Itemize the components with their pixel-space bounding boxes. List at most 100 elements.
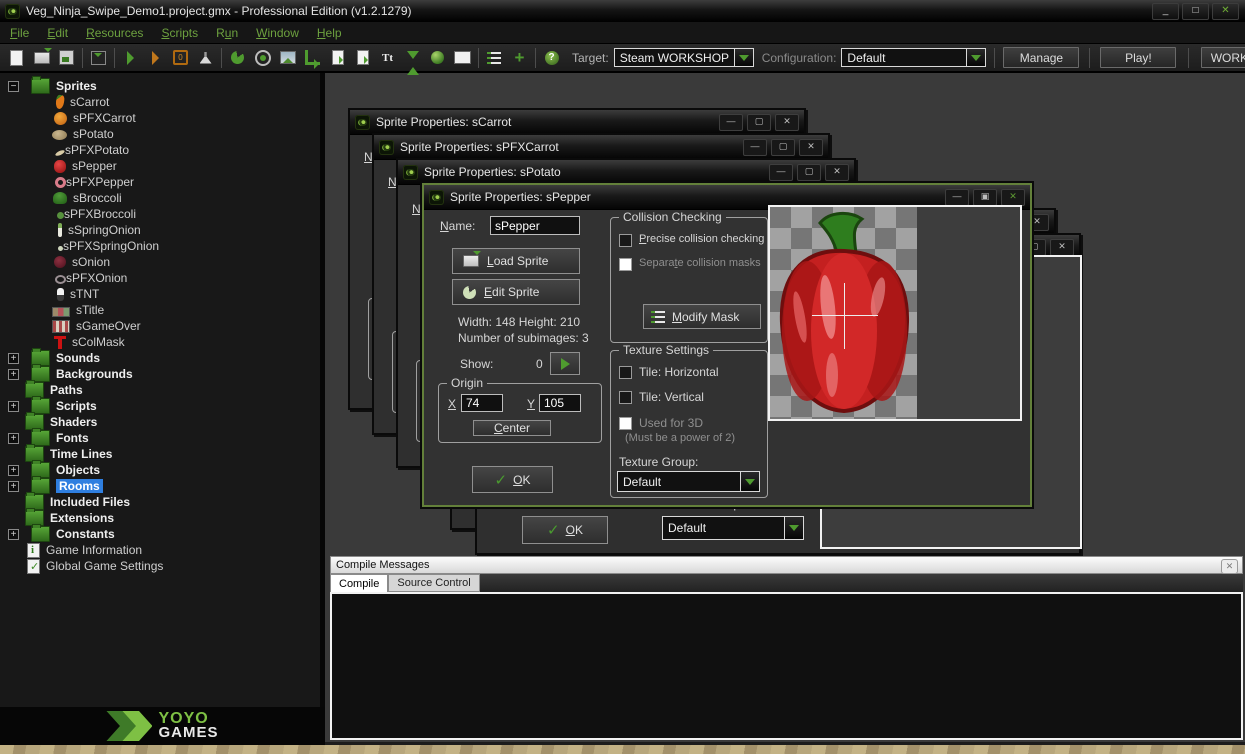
- tree-item-spfxonion[interactable]: sPFXOnion: [0, 270, 320, 286]
- expand-icon[interactable]: +: [8, 353, 19, 364]
- collapse-icon[interactable]: −: [8, 81, 19, 92]
- tree-item-spfxpotato[interactable]: sPFXPotato: [0, 142, 320, 158]
- compile-output-area[interactable]: [330, 592, 1243, 740]
- close-icon[interactable]: ✕: [825, 164, 849, 181]
- tree-item-game-information[interactable]: Game Information: [0, 542, 320, 558]
- expand-icon[interactable]: +: [8, 433, 19, 444]
- close-icon[interactable]: ✕: [1212, 3, 1239, 20]
- tree-item-rooms[interactable]: +Rooms: [0, 478, 320, 494]
- ok-button[interactable]: ✓ OK: [472, 466, 553, 493]
- run-debug-icon[interactable]: [143, 46, 168, 69]
- chevron-down-icon[interactable]: [966, 49, 985, 66]
- tree-item-objects[interactable]: +Objects: [0, 462, 320, 478]
- maximize-icon[interactable]: ▢: [797, 164, 821, 181]
- center-button[interactable]: Center: [473, 420, 551, 436]
- tab-compile[interactable]: Compile: [330, 574, 388, 592]
- tree-item-backgrounds[interactable]: +Backgrounds: [0, 366, 320, 382]
- minimize-icon[interactable]: —: [769, 164, 793, 181]
- close-icon[interactable]: ✕: [1221, 559, 1238, 574]
- target-select[interactable]: Steam WORKSHOP: [614, 48, 754, 67]
- minimize-icon[interactable]: _: [1152, 3, 1179, 20]
- tree-item-scarrot[interactable]: sCarrot: [0, 94, 320, 110]
- tree-item-spotato[interactable]: sPotato: [0, 126, 320, 142]
- chevron-down-icon[interactable]: [734, 49, 753, 66]
- tile-horizontal-checkbox[interactable]: [619, 366, 632, 379]
- add-resource-icon[interactable]: +: [507, 46, 532, 69]
- menu-scripts[interactable]: Scripts: [161, 26, 198, 40]
- tree-item-spfxbroccoli[interactable]: sPFXBroccoli: [0, 206, 320, 222]
- menu-resources[interactable]: Resources: [86, 26, 143, 40]
- manage-button[interactable]: Manage: [1003, 47, 1079, 68]
- show-next-button[interactable]: [550, 352, 580, 375]
- precise-collision-checkbox[interactable]: [619, 234, 632, 247]
- tree-item-scripts[interactable]: +Scripts: [0, 398, 320, 414]
- tree-item-spfxspringonion[interactable]: sPFXSpringOnion: [0, 238, 320, 254]
- load-sprite-button[interactable]: Load Sprite: [452, 248, 580, 274]
- menu-file[interactable]: File: [10, 26, 29, 40]
- run-icon[interactable]: [118, 46, 143, 69]
- workshop-button[interactable]: WORKSHOP: [1201, 47, 1245, 68]
- menu-edit[interactable]: Edit: [47, 26, 68, 40]
- tree-item-sgameover[interactable]: sGameOver: [0, 318, 320, 334]
- used-for-3d-checkbox[interactable]: [619, 417, 632, 430]
- create-shader-icon[interactable]: [350, 46, 375, 69]
- chevron-down-icon[interactable]: [740, 472, 759, 491]
- create-sprite-icon[interactable]: [225, 46, 250, 69]
- tab-source-control[interactable]: Source Control: [388, 574, 479, 592]
- create-object-icon[interactable]: [425, 46, 450, 69]
- play-button[interactable]: Play!: [1100, 47, 1176, 68]
- configuration-select[interactable]: Default: [841, 48, 986, 67]
- tile-vertical-checkbox[interactable]: [619, 391, 632, 404]
- close-icon[interactable]: ✕: [1050, 239, 1074, 256]
- window-title-bar[interactable]: Sprite Properties: sPotato — ▢ ✕: [398, 160, 854, 185]
- create-group-icon[interactable]: [482, 46, 507, 69]
- chevron-down-icon[interactable]: [784, 517, 803, 539]
- expand-icon[interactable]: +: [8, 481, 19, 492]
- tree-item-sprites[interactable]: −Sprites: [0, 78, 320, 94]
- new-project-icon[interactable]: [4, 46, 29, 69]
- window-title-bar[interactable]: Sprite Properties: sPFXCarrot — ▢ ✕: [374, 135, 828, 160]
- expand-icon[interactable]: +: [8, 465, 19, 476]
- tree-item-constants[interactable]: +Constants: [0, 526, 320, 542]
- create-font-icon[interactable]: Tt: [375, 46, 400, 69]
- tree-item-stitle[interactable]: sTitle: [0, 302, 320, 318]
- origin-y-input[interactable]: 105: [539, 394, 581, 412]
- create-sound-icon[interactable]: [250, 46, 275, 69]
- create-executable-icon[interactable]: [86, 46, 111, 69]
- tree-item-spepper[interactable]: sPepper: [0, 158, 320, 174]
- tree-item-scolmask[interactable]: sColMask: [0, 334, 320, 350]
- menu-help[interactable]: Help: [317, 26, 342, 40]
- separate-masks-checkbox[interactable]: [619, 258, 632, 271]
- texture-group-select[interactable]: Default: [662, 516, 804, 540]
- close-icon[interactable]: ✕: [799, 139, 823, 156]
- create-script-icon[interactable]: [325, 46, 350, 69]
- tree-item-sonion[interactable]: sOnion: [0, 254, 320, 270]
- expand-icon[interactable]: +: [8, 529, 19, 540]
- save-project-icon[interactable]: [54, 46, 79, 69]
- maximize-icon[interactable]: ▣: [973, 189, 997, 206]
- tree-item-time-lines[interactable]: Time Lines: [0, 446, 320, 462]
- maximize-icon[interactable]: ▢: [747, 114, 771, 131]
- minimize-icon[interactable]: —: [719, 114, 743, 131]
- tree-item-extensions[interactable]: Extensions: [0, 510, 320, 526]
- ok-button[interactable]: ✓ OK: [522, 516, 608, 544]
- create-timeline-icon[interactable]: [400, 46, 425, 69]
- clean-cache-icon[interactable]: [193, 46, 218, 69]
- tree-item-global-game-settings[interactable]: Global Game Settings: [0, 558, 320, 574]
- minimize-icon[interactable]: —: [743, 139, 767, 156]
- create-path-icon[interactable]: [300, 46, 325, 69]
- texture-group-select[interactable]: Default: [617, 471, 760, 492]
- maximize-icon[interactable]: ▢: [771, 139, 795, 156]
- tree-item-included-files[interactable]: Included Files: [0, 494, 320, 510]
- maximize-icon[interactable]: □: [1182, 3, 1209, 20]
- tree-item-spfxcarrot[interactable]: sPFXCarrot: [0, 110, 320, 126]
- tree-item-sspringonion[interactable]: sSpringOnion: [0, 222, 320, 238]
- menu-run[interactable]: Run: [216, 26, 238, 40]
- modify-mask-button[interactable]: Modify Mask: [643, 304, 761, 329]
- tree-item-sbroccoli[interactable]: sBroccoli: [0, 190, 320, 206]
- tree-item-stnt[interactable]: sTNT: [0, 286, 320, 302]
- open-project-icon[interactable]: [29, 46, 54, 69]
- close-icon[interactable]: ✕: [1001, 189, 1025, 206]
- minimize-icon[interactable]: —: [945, 189, 969, 206]
- name-input[interactable]: sPepper: [490, 216, 580, 235]
